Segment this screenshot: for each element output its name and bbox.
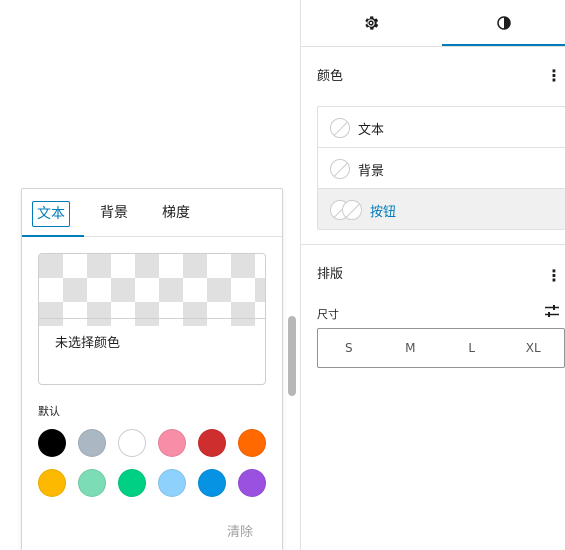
color-options-menu-icon[interactable]: ⋮ bbox=[546, 68, 562, 84]
checker-cell bbox=[255, 278, 265, 302]
half-circle-icon bbox=[497, 16, 511, 30]
color-picker-popover: 文本 背景 梯度 未选择颜色 默认 清除 bbox=[21, 188, 283, 550]
preview-divider bbox=[39, 318, 265, 319]
font-size-picker: S M L XL bbox=[317, 328, 565, 368]
color-swatch-white[interactable] bbox=[118, 429, 146, 457]
gear-icon bbox=[365, 16, 379, 30]
checker-cell bbox=[183, 254, 207, 278]
checker-cell bbox=[39, 278, 63, 302]
checker-cell bbox=[135, 254, 159, 278]
empty-color-indicator-icon bbox=[330, 159, 350, 179]
checker-cell bbox=[231, 254, 255, 278]
color-swatch-luminous-vivid-orange[interactable] bbox=[238, 429, 266, 457]
checker-cell bbox=[159, 302, 183, 326]
tab-text[interactable]: 文本 bbox=[32, 201, 70, 227]
no-color-text: 未选择颜色 bbox=[55, 336, 121, 351]
checker-cell bbox=[159, 254, 183, 278]
size-option-xl[interactable]: XL bbox=[503, 329, 565, 367]
color-swatch-pale-pink[interactable] bbox=[158, 429, 186, 457]
checker-cell bbox=[255, 254, 265, 278]
color-item-background[interactable]: 背景 bbox=[318, 148, 565, 189]
checker-cell bbox=[231, 278, 255, 302]
color-item-button[interactable]: 按钮 bbox=[318, 189, 565, 229]
color-swatch-pale-cyan-blue[interactable] bbox=[158, 469, 186, 497]
size-option-m[interactable]: M bbox=[380, 329, 442, 367]
active-tab-indicator bbox=[22, 235, 84, 237]
sidebar-tabs bbox=[301, 0, 565, 47]
checker-cell bbox=[111, 302, 135, 326]
tab-styles[interactable] bbox=[442, 0, 565, 46]
section-divider bbox=[301, 244, 565, 245]
checker-cell bbox=[63, 302, 87, 326]
color-item-label: 按钮 bbox=[370, 205, 397, 220]
color-item-label: 背景 bbox=[358, 164, 385, 179]
color-item-text[interactable]: 文本 bbox=[318, 107, 565, 148]
checker-cell bbox=[87, 278, 111, 302]
checker-cell bbox=[87, 302, 111, 326]
color-element-list: 文本 背景 按钮 bbox=[317, 106, 565, 230]
color-swatch-vivid-green-cyan[interactable] bbox=[118, 469, 146, 497]
color-swatch-black[interactable] bbox=[38, 429, 66, 457]
color-type-tabs: 文本 背景 梯度 bbox=[22, 189, 282, 237]
checker-cell bbox=[255, 302, 265, 326]
color-swatch-vivid-red[interactable] bbox=[198, 429, 226, 457]
color-item-label: 文本 bbox=[358, 123, 385, 138]
scrollbar-thumb[interactable] bbox=[288, 316, 296, 396]
checker-cell bbox=[183, 278, 207, 302]
color-preview: 未选择颜色 bbox=[38, 253, 266, 385]
checker-cell bbox=[111, 254, 135, 278]
active-sidebar-tab-indicator bbox=[442, 44, 565, 46]
size-option-l[interactable]: L bbox=[441, 329, 503, 367]
checker-cell bbox=[207, 278, 231, 302]
palette-label: 默认 bbox=[38, 405, 60, 418]
settings-sidebar: 颜色 ⋮ 文本 背景 按钮 排版 ⋮ 尺寸 S M L XL bbox=[300, 0, 565, 550]
checker-cell bbox=[207, 254, 231, 278]
checker-cell bbox=[39, 302, 63, 326]
checker-cell bbox=[63, 278, 87, 302]
typography-options-menu-icon[interactable]: ⋮ bbox=[546, 268, 562, 284]
checker-cell bbox=[207, 302, 231, 326]
checker-cell bbox=[135, 302, 159, 326]
transparency-checkerboard bbox=[39, 254, 265, 326]
typography-section-title: 排版 bbox=[317, 267, 344, 282]
empty-color-indicator-icon bbox=[330, 118, 350, 138]
checker-cell bbox=[231, 302, 255, 326]
tab-gradient[interactable]: 梯度 bbox=[158, 201, 194, 227]
checker-cell bbox=[87, 254, 111, 278]
checker-cell bbox=[63, 254, 87, 278]
font-size-label: 尺寸 bbox=[317, 308, 339, 321]
color-swatch-vivid-cyan-blue[interactable] bbox=[198, 469, 226, 497]
checker-cell bbox=[135, 278, 159, 302]
checker-cell bbox=[111, 278, 135, 302]
checker-cell bbox=[39, 254, 63, 278]
color-swatch-vivid-purple[interactable] bbox=[238, 469, 266, 497]
clear-button[interactable]: 清除 bbox=[227, 521, 253, 540]
size-option-s[interactable]: S bbox=[318, 329, 380, 367]
checker-cell bbox=[159, 278, 183, 302]
color-swatch-cyan-bluish-gray[interactable] bbox=[78, 429, 106, 457]
color-section-title: 颜色 bbox=[317, 69, 344, 84]
checker-cell bbox=[183, 302, 207, 326]
empty-color-indicator-icon bbox=[342, 200, 362, 220]
tab-settings[interactable] bbox=[305, 0, 437, 46]
color-swatch-luminous-vivid-amber[interactable] bbox=[38, 469, 66, 497]
sliders-icon[interactable] bbox=[544, 303, 560, 319]
color-swatch-light-green-cyan[interactable] bbox=[78, 469, 106, 497]
tab-background[interactable]: 背景 bbox=[96, 201, 132, 227]
